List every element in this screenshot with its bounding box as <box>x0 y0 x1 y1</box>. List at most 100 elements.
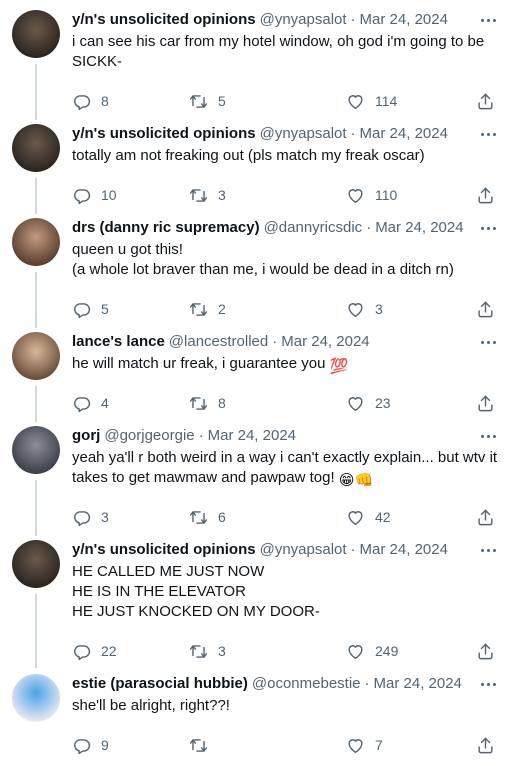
share-button[interactable] <box>476 297 495 321</box>
handle[interactable]: @oconmebestie <box>252 674 361 694</box>
heart-icon <box>346 300 365 319</box>
more-icon[interactable] <box>476 542 500 558</box>
tweet-header: gorj @gorjgeorgie · Mar 24, 2024 <box>72 426 500 446</box>
display-name[interactable]: estie (parasocial hubbie) <box>72 674 248 694</box>
tweet[interactable]: y/n's unsolicited opinions @ynyapsalot · Ma… <box>0 10 512 117</box>
more-icon[interactable] <box>476 12 500 28</box>
share-button[interactable] <box>476 391 495 415</box>
more-icon[interactable] <box>476 126 500 142</box>
retweet-icon <box>189 736 208 755</box>
share-button[interactable] <box>476 505 495 529</box>
retweet-button[interactable]: 5 <box>189 89 226 113</box>
display-name[interactable]: lance's lance <box>72 332 165 352</box>
display-name[interactable]: y/n's unsolicited opinions <box>72 124 256 144</box>
retweet-button[interactable]: 3 <box>189 639 226 663</box>
share-button[interactable] <box>476 183 495 207</box>
tweet[interactable]: estie (parasocial hubbie) @oconmebestie · M… <box>0 674 512 761</box>
avatar-image <box>12 426 60 474</box>
share-icon <box>476 736 495 755</box>
avatar[interactable] <box>12 124 60 172</box>
timestamp[interactable]: Mar 24, 2024 <box>281 332 369 352</box>
reply-button[interactable]: 22 <box>72 639 117 663</box>
handle[interactable]: @ynyapsalot <box>260 10 347 30</box>
tweet-actions: 3 6 42 <box>72 505 500 529</box>
like-button[interactable]: 23 <box>346 391 391 415</box>
like-button[interactable]: 42 <box>346 505 391 529</box>
like-button[interactable]: 249 <box>346 639 398 663</box>
display-name[interactable]: y/n's unsolicited opinions <box>72 10 256 30</box>
handle[interactable]: @lancestrolled <box>169 332 268 352</box>
timestamp[interactable]: Mar 24, 2024 <box>360 124 448 144</box>
reply-button[interactable]: 5 <box>72 297 109 321</box>
tweet[interactable]: lance's lance @lancestrolled · Mar 24, 2024… <box>0 332 512 419</box>
timestamp[interactable]: Mar 24, 2024 <box>208 426 296 446</box>
tweet[interactable]: y/n's unsolicited opinions @ynyapsalot · Ma… <box>0 124 512 211</box>
separator: · <box>350 541 356 558</box>
handle[interactable]: @gorjgeorgie <box>104 426 194 446</box>
tweet[interactable]: y/n's unsolicited opinions @ynyapsalot · Ma… <box>0 540 512 667</box>
share-button[interactable] <box>476 733 495 757</box>
more-icon[interactable] <box>476 676 500 692</box>
tweet-text-body: yeah ya'll r both weird in a way i can't… <box>72 449 502 486</box>
display-name[interactable]: gorj <box>72 426 100 446</box>
timestamp[interactable]: Mar 24, 2024 <box>374 674 462 694</box>
handle[interactable]: @ynyapsalot <box>260 124 347 144</box>
retweet-button[interactable]: 6 <box>189 505 226 529</box>
like-count: 114 <box>375 93 398 109</box>
more-icon[interactable] <box>476 334 500 350</box>
tweet[interactable]: drs (danny ric supremacy) @dannyricsdic · M… <box>0 218 512 325</box>
reply-icon <box>72 186 91 205</box>
retweet-icon <box>189 508 208 527</box>
separator: · <box>272 333 278 350</box>
retweet-button[interactable]: 2 <box>189 297 226 321</box>
tweet-content: drs (danny ric supremacy) @dannyricsdic · M… <box>72 218 500 280</box>
avatar[interactable] <box>12 540 60 588</box>
reply-button[interactable]: 9 <box>72 733 109 757</box>
tweet-text: totally am not freaking out (pls match m… <box>72 146 500 166</box>
reply-icon <box>72 92 91 111</box>
retweet-count: 8 <box>218 395 226 411</box>
reply-button[interactable]: 8 <box>72 89 109 113</box>
tweet[interactable]: gorj @gorjgeorgie · Mar 24, 2024 yeah ya'll … <box>0 426 512 533</box>
like-button[interactable]: 114 <box>346 89 397 113</box>
share-button[interactable] <box>476 639 495 663</box>
like-button[interactable]: 110 <box>346 183 397 207</box>
like-count: 249 <box>375 643 399 659</box>
more-icon[interactable] <box>476 428 500 444</box>
reply-count: 9 <box>101 737 109 753</box>
heart-icon <box>346 642 365 661</box>
retweet-button[interactable]: 3 <box>189 183 226 207</box>
timestamp[interactable]: Mar 24, 2024 <box>360 540 448 560</box>
tweet-content: estie (parasocial hubbie) @oconmebestie · M… <box>72 674 500 716</box>
retweet-icon <box>189 92 208 111</box>
avatar[interactable] <box>12 218 60 266</box>
tweet-text: queen u got this! (a whole lot braver th… <box>72 240 500 280</box>
more-icon[interactable] <box>476 220 500 236</box>
reply-button[interactable]: 4 <box>72 391 109 415</box>
share-icon <box>476 508 495 527</box>
reply-icon <box>72 300 91 319</box>
handle[interactable]: @dannyricsdic <box>264 218 363 238</box>
heart-icon <box>346 394 365 413</box>
timestamp[interactable]: Mar 24, 2024 <box>360 10 448 30</box>
reply-button[interactable]: 3 <box>72 505 109 529</box>
reply-button[interactable]: 10 <box>72 183 117 207</box>
reply-count: 22 <box>101 643 117 659</box>
tweet-text: i can see his car from my hotel window, … <box>72 32 500 72</box>
avatar-image <box>12 674 60 722</box>
display-name[interactable]: y/n's unsolicited opinions <box>72 540 256 560</box>
avatar[interactable] <box>12 426 60 474</box>
avatar[interactable] <box>12 674 60 722</box>
avatar[interactable] <box>12 332 60 380</box>
timestamp[interactable]: Mar 24, 2024 <box>375 218 463 238</box>
retweet-button[interactable]: 8 <box>189 391 226 415</box>
like-button[interactable]: 3 <box>346 297 383 321</box>
handle[interactable]: @ynyapsalot <box>260 540 347 560</box>
display-name[interactable]: drs (danny ric supremacy) <box>72 218 260 238</box>
avatar[interactable] <box>12 10 60 58</box>
share-button[interactable] <box>476 89 495 113</box>
retweet-button[interactable] <box>189 733 218 757</box>
like-button[interactable]: 7 <box>346 733 383 757</box>
like-count: 3 <box>375 301 383 317</box>
tweet-header: lance's lance @lancestrolled · Mar 24, 2024 <box>72 332 500 352</box>
